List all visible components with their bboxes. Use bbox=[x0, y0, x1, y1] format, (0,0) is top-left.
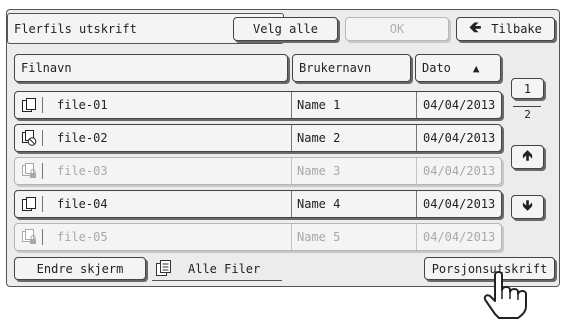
file-list-icon bbox=[155, 259, 173, 280]
back-button-label: Tilbake bbox=[491, 22, 542, 36]
file-name-cell: file-01 bbox=[15, 92, 291, 118]
scroll-down-button[interactable]: 🡻 bbox=[511, 195, 544, 219]
file-name-cell: file-02 bbox=[15, 125, 291, 151]
file-row[interactable]: file-05 Name 5 04/04/2013 bbox=[14, 223, 502, 251]
file-name: file-02 bbox=[57, 131, 108, 145]
file-date: 04/04/2013 bbox=[416, 92, 503, 118]
column-header-date[interactable]: Dato ▲ bbox=[415, 54, 501, 82]
file-name: file-04 bbox=[57, 197, 108, 211]
scroll-up-button[interactable]: 🡹 bbox=[511, 145, 544, 169]
file-user: Name 5 bbox=[291, 224, 416, 250]
file-date: 04/04/2013 bbox=[416, 158, 503, 184]
file-user: Name 3 bbox=[291, 158, 416, 184]
file-name-cell: file-04 bbox=[15, 191, 291, 217]
document-blocked-icon bbox=[21, 130, 43, 146]
select-all-button[interactable]: Velg alle bbox=[233, 17, 338, 41]
column-header-username[interactable]: Brukernavn bbox=[292, 54, 411, 82]
file-row[interactable]: file-03 Name 3 04/04/2013 bbox=[14, 157, 502, 185]
file-name: file-05 bbox=[57, 230, 108, 244]
back-button[interactable]: 🡸 Tilbake bbox=[456, 17, 555, 41]
file-row[interactable]: file-02 Name 2 04/04/2013 bbox=[14, 124, 502, 152]
file-user: Name 4 bbox=[291, 191, 416, 217]
file-date: 04/04/2013 bbox=[416, 125, 503, 151]
change-screen-button[interactable]: Endre skjerm bbox=[14, 257, 146, 280]
file-user: Name 1 bbox=[291, 92, 416, 118]
pointing-hand-icon bbox=[473, 268, 539, 325]
file-user: Name 2 bbox=[291, 125, 416, 151]
document-locked-icon bbox=[21, 229, 43, 245]
file-date: 04/04/2013 bbox=[416, 191, 503, 217]
arrow-down-icon: 🡻 bbox=[522, 198, 533, 214]
page-total: 2 bbox=[524, 108, 531, 121]
file-name: file-03 bbox=[57, 164, 108, 178]
document-locked-icon bbox=[21, 163, 43, 179]
arrow-up-icon: 🡹 bbox=[522, 148, 533, 164]
sort-ascending-icon: ▲ bbox=[472, 61, 480, 75]
all-files-label: Alle Filer bbox=[188, 262, 261, 276]
document-stack-icon bbox=[21, 196, 43, 212]
ok-button[interactable]: OK bbox=[345, 17, 449, 41]
file-name-cell: file-03 bbox=[15, 158, 291, 184]
file-row[interactable]: file-01 Name 1 04/04/2013 bbox=[14, 91, 502, 119]
arrow-left-icon: 🡸 bbox=[469, 17, 482, 36]
file-name: file-01 bbox=[57, 98, 108, 112]
page-divider bbox=[513, 106, 541, 107]
file-name-cell: file-05 bbox=[15, 224, 291, 250]
column-header-filename[interactable]: Filnavn bbox=[14, 54, 288, 82]
page-number-button[interactable]: 1 bbox=[511, 78, 544, 99]
file-row[interactable]: file-04 Name 4 04/04/2013 bbox=[14, 190, 502, 218]
file-date: 04/04/2013 bbox=[416, 224, 503, 250]
document-stack-icon bbox=[21, 97, 43, 113]
column-header-date-label: Dato bbox=[422, 61, 451, 75]
all-files-underline bbox=[152, 280, 282, 281]
